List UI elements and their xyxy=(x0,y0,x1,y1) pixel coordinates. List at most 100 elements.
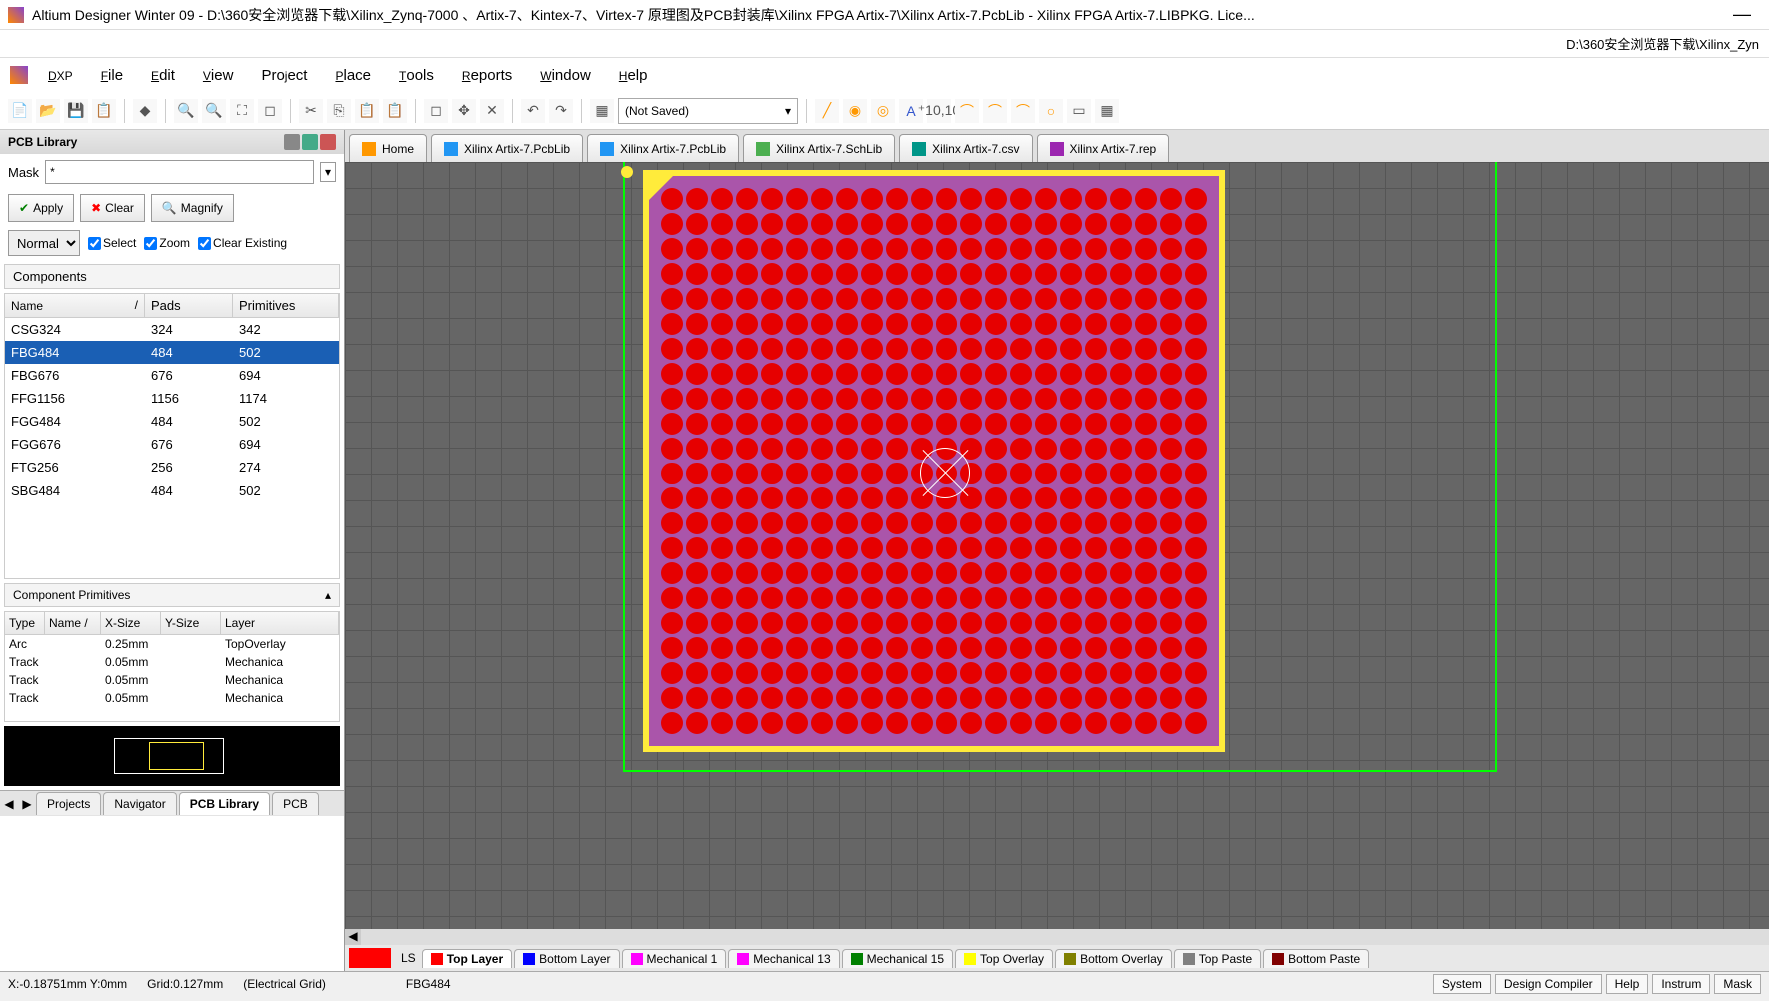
paste-special-icon[interactable]: 📋 xyxy=(383,99,407,123)
minimize-button[interactable]: — xyxy=(1723,4,1761,25)
bga-pad[interactable] xyxy=(911,338,933,360)
bga-pad[interactable] xyxy=(1085,213,1107,235)
bga-pad[interactable] xyxy=(985,238,1007,260)
bga-pad[interactable] xyxy=(1010,712,1032,734)
tab-prev-icon[interactable]: ◀ xyxy=(0,797,18,811)
bga-pad[interactable] xyxy=(1185,413,1207,435)
bga-pad[interactable] xyxy=(711,512,733,534)
bga-pad[interactable] xyxy=(1035,637,1057,659)
bga-pad[interactable] xyxy=(1160,263,1182,285)
bga-pad[interactable] xyxy=(1060,288,1082,310)
zoom-fit-icon[interactable]: ⛶ xyxy=(230,99,254,123)
menu-help[interactable]: Help xyxy=(607,61,660,90)
bga-pad[interactable] xyxy=(936,512,958,534)
line-tool-icon[interactable]: ╱ xyxy=(815,99,839,123)
bga-pad[interactable] xyxy=(936,188,958,210)
bga-pad[interactable] xyxy=(1035,587,1057,609)
bga-pad[interactable] xyxy=(811,413,833,435)
bga-pad[interactable] xyxy=(1110,438,1132,460)
bga-pad[interactable] xyxy=(1185,512,1207,534)
bga-pad[interactable] xyxy=(1010,662,1032,684)
bga-pad[interactable] xyxy=(811,213,833,235)
bga-pad[interactable] xyxy=(836,487,858,509)
layer-tab[interactable]: Top Overlay xyxy=(955,949,1053,968)
rect-icon[interactable]: ▭ xyxy=(1067,99,1091,123)
bga-pad[interactable] xyxy=(761,313,783,335)
bga-pad[interactable] xyxy=(1160,463,1182,485)
bga-pad[interactable] xyxy=(1035,612,1057,634)
bga-pad[interactable] xyxy=(861,687,883,709)
bga-pad[interactable] xyxy=(736,263,758,285)
bga-pad[interactable] xyxy=(911,188,933,210)
bga-pad[interactable] xyxy=(1010,537,1032,559)
layer-tab[interactable]: Mechanical 15 xyxy=(842,949,953,968)
bga-pad[interactable] xyxy=(886,388,908,410)
bga-pad[interactable] xyxy=(1035,438,1057,460)
bga-pad[interactable] xyxy=(1060,313,1082,335)
bga-pad[interactable] xyxy=(1110,338,1132,360)
bga-pad[interactable] xyxy=(736,413,758,435)
bga-pad[interactable] xyxy=(761,463,783,485)
bga-pad[interactable] xyxy=(661,388,683,410)
bga-pad[interactable] xyxy=(1135,238,1157,260)
bga-pad[interactable] xyxy=(811,388,833,410)
bga-pad[interactable] xyxy=(1035,537,1057,559)
bga-pad[interactable] xyxy=(1185,288,1207,310)
pcol-type[interactable]: Type xyxy=(5,612,45,634)
panel-dropdown-icon[interactable] xyxy=(284,134,300,150)
bga-pad[interactable] xyxy=(686,637,708,659)
tab-projects[interactable]: Projects xyxy=(36,792,101,815)
bga-pad[interactable] xyxy=(1035,487,1057,509)
bga-pad[interactable] xyxy=(861,662,883,684)
bga-pad[interactable] xyxy=(1060,363,1082,385)
bga-pad[interactable] xyxy=(960,413,982,435)
clear-button[interactable]: ✖Clear xyxy=(80,194,145,222)
bga-pad[interactable] xyxy=(936,338,958,360)
bga-pad[interactable] xyxy=(936,712,958,734)
bga-pad[interactable] xyxy=(1110,463,1132,485)
bga-pad[interactable] xyxy=(761,712,783,734)
bga-pad[interactable] xyxy=(786,537,808,559)
bga-pad[interactable] xyxy=(1185,463,1207,485)
bga-pad[interactable] xyxy=(1010,263,1032,285)
bga-pad[interactable] xyxy=(1135,338,1157,360)
bga-pad[interactable] xyxy=(911,587,933,609)
bga-pad[interactable] xyxy=(936,213,958,235)
bga-pad[interactable] xyxy=(1110,612,1132,634)
bga-pad[interactable] xyxy=(1085,587,1107,609)
bga-pad[interactable] xyxy=(960,388,982,410)
component-row[interactable]: FFG115611561174 xyxy=(5,387,339,410)
bga-pad[interactable] xyxy=(1060,413,1082,435)
bga-pad[interactable] xyxy=(711,712,733,734)
pcol-xsize[interactable]: X-Size xyxy=(101,612,161,634)
bga-pad[interactable] xyxy=(836,687,858,709)
bga-pad[interactable] xyxy=(1085,687,1107,709)
bga-pad[interactable] xyxy=(936,562,958,584)
bga-pad[interactable] xyxy=(811,612,833,634)
bga-pad[interactable] xyxy=(686,687,708,709)
bga-pad[interactable] xyxy=(1085,438,1107,460)
bga-pad[interactable] xyxy=(911,388,933,410)
bga-pad[interactable] xyxy=(811,687,833,709)
bga-pad[interactable] xyxy=(1110,188,1132,210)
bga-pad[interactable] xyxy=(661,288,683,310)
bga-pad[interactable] xyxy=(1135,487,1157,509)
bga-pad[interactable] xyxy=(886,562,908,584)
bga-pad[interactable] xyxy=(960,363,982,385)
bga-pad[interactable] xyxy=(686,662,708,684)
bga-pad[interactable] xyxy=(886,587,908,609)
col-pads[interactable]: Pads xyxy=(145,294,233,317)
bga-pad[interactable] xyxy=(711,188,733,210)
bga-pad[interactable] xyxy=(861,587,883,609)
bga-pad[interactable] xyxy=(1185,487,1207,509)
bga-pad[interactable] xyxy=(936,637,958,659)
bga-pad[interactable] xyxy=(686,587,708,609)
bga-pad[interactable] xyxy=(1035,363,1057,385)
undo-icon[interactable]: ↶ xyxy=(521,99,545,123)
bga-pad[interactable] xyxy=(736,637,758,659)
bga-pad[interactable] xyxy=(985,612,1007,634)
bga-pad[interactable] xyxy=(861,338,883,360)
circle-icon[interactable]: ○ xyxy=(1039,99,1063,123)
bga-pad[interactable] xyxy=(836,263,858,285)
bga-pad[interactable] xyxy=(1085,338,1107,360)
